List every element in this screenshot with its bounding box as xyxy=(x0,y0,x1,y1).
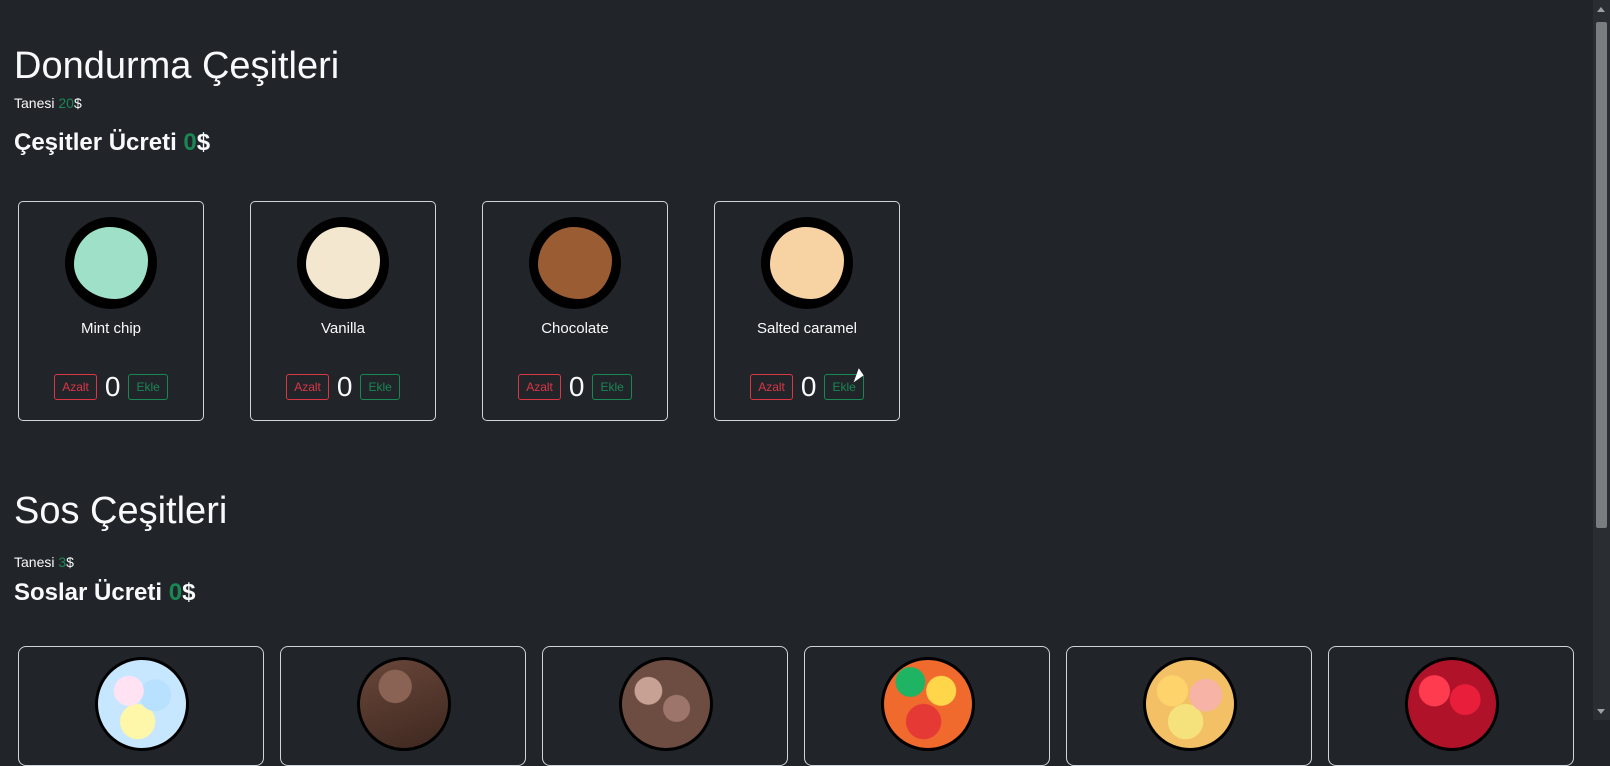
icecream-name: Vanilla xyxy=(321,320,365,337)
total-value: 0 xyxy=(183,129,197,156)
icecream-unit-price: Tanesi 20$ xyxy=(14,96,82,110)
jelly-candy-icon xyxy=(1143,657,1237,751)
icecream-image xyxy=(761,217,853,309)
icecream-card: Salted caramel Azalt 0 Ekle xyxy=(714,201,900,421)
sauce-card xyxy=(1066,646,1312,766)
unit-price-prefix: Tanesi xyxy=(14,95,59,111)
icecream-total: Çeşitler Ücreti 0$ xyxy=(14,131,210,155)
quantity-controls: Azalt 0 Ekle xyxy=(251,373,435,401)
total-label: Çeşitler Ücreti xyxy=(14,129,184,156)
decrease-button[interactable]: Azalt xyxy=(518,374,561,400)
unit-price-value: 20 xyxy=(58,95,74,111)
increase-button[interactable]: Ekle xyxy=(128,374,168,400)
sauce-section-title: Sos Çeşitleri xyxy=(14,490,228,532)
total-value: 0 xyxy=(168,579,183,606)
chocolate-sauce-icon xyxy=(357,657,451,751)
currency: $ xyxy=(73,95,82,111)
currency: $ xyxy=(66,554,74,570)
icecream-section-title: Dondurma Çeşitleri xyxy=(14,45,340,87)
increase-button[interactable]: Ekle xyxy=(360,374,400,400)
icecream-card-list: Mint chip Azalt 0 Ekle Vanilla Azalt 0 E… xyxy=(18,201,900,421)
sauce-card xyxy=(804,646,1050,766)
scrollbar-thumb[interactable] xyxy=(1596,22,1607,528)
unit-price-prefix: Tanesi xyxy=(14,554,59,570)
currency: $ xyxy=(196,129,211,156)
sauce-card xyxy=(1328,646,1574,766)
quantity-count: 0 xyxy=(568,371,585,402)
sauce-card-list xyxy=(18,646,1574,766)
total-label: Soslar Ücreti xyxy=(14,579,169,606)
cherry-icon xyxy=(1405,657,1499,751)
icecream-card: Chocolate Azalt 0 Ekle xyxy=(482,201,668,421)
decrease-button[interactable]: Azalt xyxy=(286,374,329,400)
icecream-card: Mint chip Azalt 0 Ekle xyxy=(18,201,204,421)
quantity-controls: Azalt 0 Ekle xyxy=(483,373,667,401)
quantity-count: 0 xyxy=(336,371,353,402)
icecream-card: Vanilla Azalt 0 Ekle xyxy=(250,201,436,421)
sauce-card xyxy=(18,646,264,766)
icecream-image xyxy=(65,217,157,309)
scroll-down-arrow-icon[interactable] xyxy=(1597,709,1605,714)
page-scrollbar[interactable] xyxy=(1593,0,1610,720)
icecream-image xyxy=(529,217,621,309)
increase-button[interactable]: Ekle xyxy=(592,374,632,400)
decrease-button[interactable]: Azalt xyxy=(750,374,793,400)
quantity-controls: Azalt 0 Ekle xyxy=(715,373,899,401)
decrease-button[interactable]: Azalt xyxy=(54,374,97,400)
chocolate-chips-icon xyxy=(619,657,713,751)
gummy-bears-icon xyxy=(881,657,975,751)
quantity-count: 0 xyxy=(800,371,817,402)
sauce-unit-price: Tanesi 3$ xyxy=(14,555,74,569)
icecream-name: Chocolate xyxy=(541,320,609,337)
sauce-card xyxy=(280,646,526,766)
icecream-name: Salted caramel xyxy=(756,320,858,337)
icecream-image xyxy=(297,217,389,309)
icecream-name: Mint chip xyxy=(80,320,142,337)
sauce-card xyxy=(542,646,788,766)
quantity-count: 0 xyxy=(104,371,121,402)
unit-price-value: 3 xyxy=(58,554,67,570)
quantity-controls: Azalt 0 Ekle xyxy=(19,373,203,401)
currency: $ xyxy=(182,579,196,606)
candy-icon xyxy=(95,657,189,751)
sauce-total: Soslar Ücreti 0$ xyxy=(14,581,195,605)
scroll-up-arrow-icon[interactable] xyxy=(1597,7,1605,12)
